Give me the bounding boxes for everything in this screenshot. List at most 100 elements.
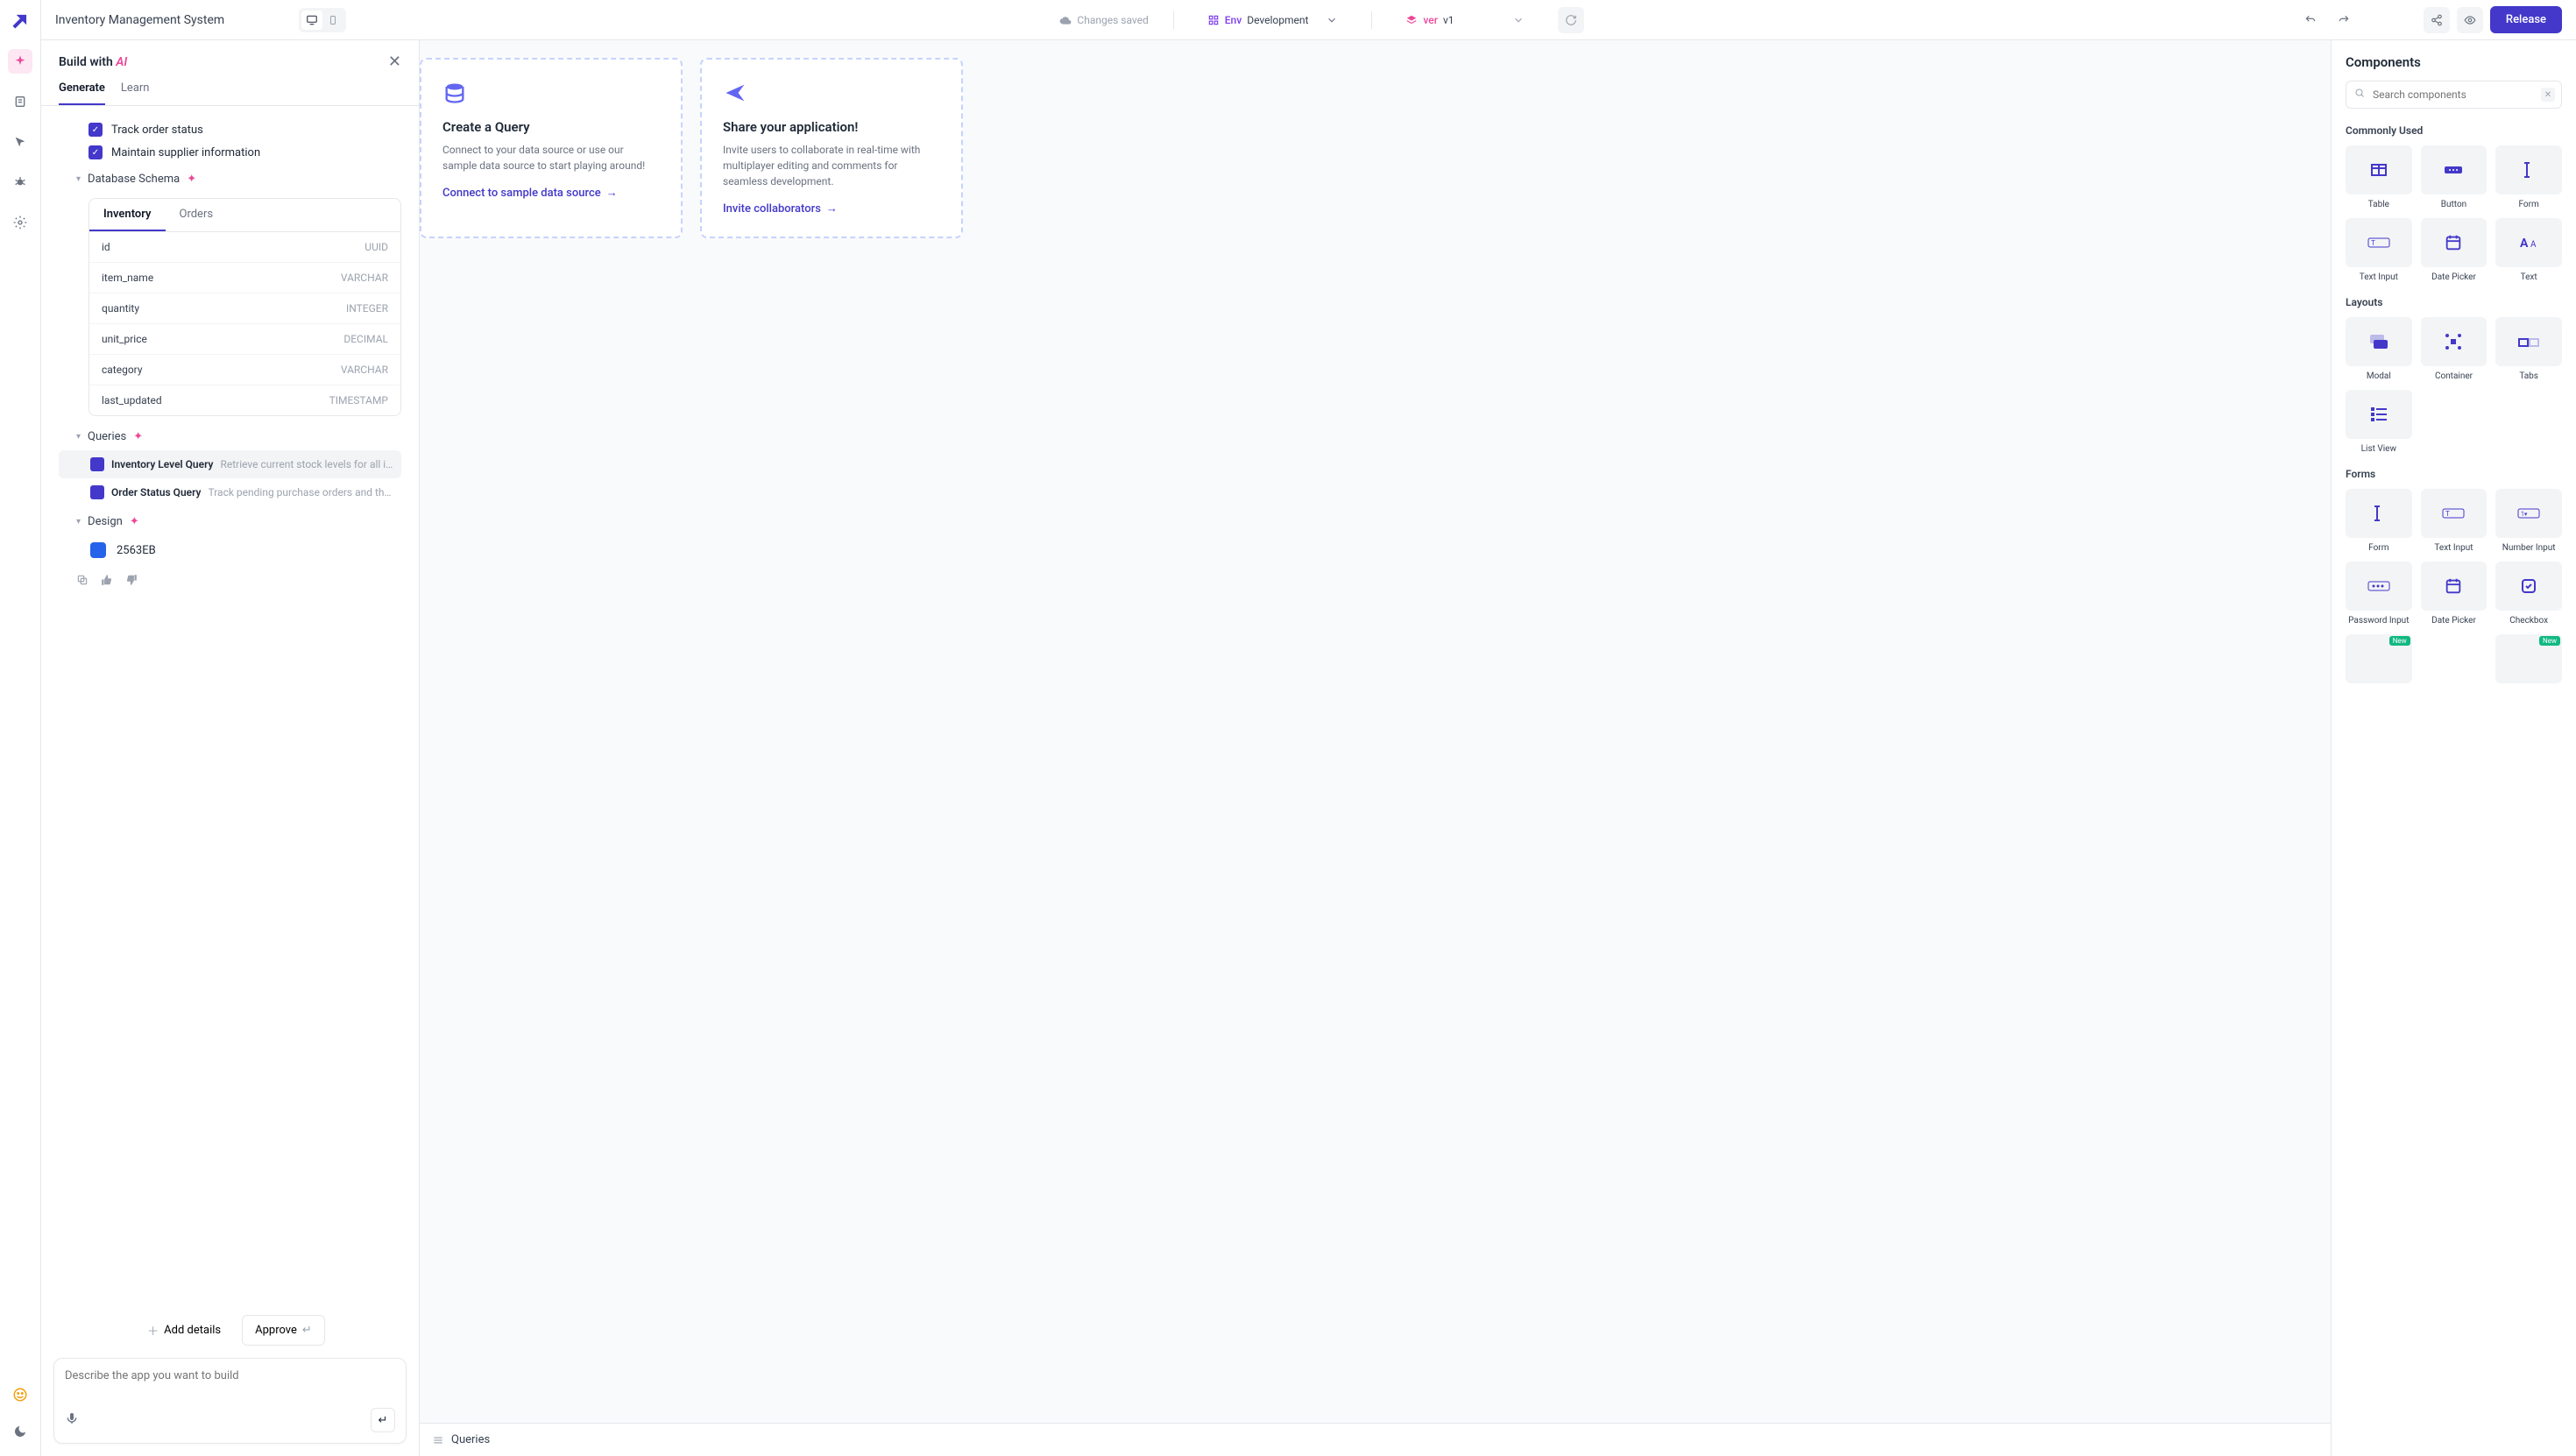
preview-button[interactable] xyxy=(2457,7,2483,33)
grid-icon xyxy=(1207,14,1220,26)
support-icon[interactable] xyxy=(8,1382,32,1407)
schema-row: idUUID xyxy=(89,232,400,263)
query-icon xyxy=(90,485,104,499)
design-color[interactable]: 2563EB xyxy=(59,535,401,565)
schema-tab-inventory[interactable]: Inventory xyxy=(89,199,166,231)
list-icon xyxy=(432,1434,444,1446)
component-tabs[interactable]: Tabs xyxy=(2495,317,2562,381)
close-panel-button[interactable]: ✕ xyxy=(388,53,401,71)
database-icon xyxy=(442,81,471,109)
component-list-view[interactable]: List View xyxy=(2346,390,2412,454)
check-supplier[interactable]: ✓ Maintain supplier information xyxy=(59,141,401,164)
undo-button[interactable] xyxy=(2297,7,2324,33)
new-badge: New xyxy=(2539,636,2560,646)
thumbs-down-button[interactable] xyxy=(125,574,138,590)
checkbox-icon: ✓ xyxy=(88,123,103,137)
send-icon xyxy=(723,81,751,109)
tab-learn[interactable]: Learn xyxy=(121,81,150,105)
search-icon xyxy=(2354,88,2365,102)
ai-sparkle-icon[interactable] xyxy=(8,49,32,74)
section-forms: Forms xyxy=(2346,468,2562,480)
schema-row: quantityINTEGER xyxy=(89,293,400,324)
bug-icon[interactable] xyxy=(8,170,32,194)
left-rail xyxy=(0,0,41,1456)
logo-icon[interactable] xyxy=(8,9,32,33)
section-database-schema[interactable]: ▾ Database Schema ✦ xyxy=(59,164,401,193)
component-checkbox[interactable]: Checkbox xyxy=(2495,562,2562,626)
chevron-down-icon xyxy=(1326,14,1338,26)
component-container[interactable]: Container xyxy=(2421,317,2488,381)
sparkle-icon: ✦ xyxy=(187,173,196,186)
schema-tab-orders[interactable]: Orders xyxy=(166,199,228,231)
card-desc: Invite users to collaborate in real-time… xyxy=(723,142,940,189)
add-details-button[interactable]: ＋ Add details xyxy=(135,1315,233,1346)
component-text[interactable]: AAText xyxy=(2495,218,2562,282)
component-date-picker[interactable]: Date Picker xyxy=(2421,218,2488,282)
schema-row: last_updatedTIMESTAMP xyxy=(89,385,400,415)
color-swatch xyxy=(90,542,106,558)
sparkle-icon: ✦ xyxy=(130,515,139,528)
connect-sample-link[interactable]: Connect to sample data source → xyxy=(442,186,660,200)
app-title-input[interactable] xyxy=(55,13,283,27)
thumbs-up-button[interactable] xyxy=(101,574,113,590)
component-button[interactable]: Button xyxy=(2421,145,2488,209)
settings-icon[interactable] xyxy=(8,210,32,235)
svg-text:A: A xyxy=(2520,237,2529,251)
prompt-input[interactable] xyxy=(65,1369,395,1396)
card-create-query: Create a Query Connect to your data sour… xyxy=(420,58,683,238)
component-text-input[interactable]: TText Input xyxy=(2346,218,2412,282)
component-form[interactable]: Form xyxy=(2495,145,2562,209)
query-item-inventory-level[interactable]: Inventory Level Query Retrieve current s… xyxy=(59,450,401,478)
check-track-order[interactable]: ✓ Track order status xyxy=(59,118,401,141)
theme-moon-icon[interactable] xyxy=(8,1419,32,1444)
component-text-input2[interactable]: TText Input xyxy=(2421,489,2488,553)
release-button[interactable]: Release xyxy=(2490,6,2562,33)
env-selector[interactable]: Env Development xyxy=(1199,11,1348,30)
query-item-order-status[interactable]: Order Status Query Track pending purchas… xyxy=(59,478,401,506)
component-form2[interactable]: Form xyxy=(2346,489,2412,553)
section-queries[interactable]: ▾ Queries ✦ xyxy=(59,421,401,450)
save-status: Changes saved xyxy=(1059,14,1148,26)
components-title: Components xyxy=(2346,54,2562,70)
component-new-2[interactable]: New xyxy=(2495,634,2562,683)
new-badge: New xyxy=(2389,636,2410,646)
queries-bottom-bar[interactable]: Queries xyxy=(420,1423,2331,1456)
ai-panel-title: Build with AI xyxy=(59,55,127,69)
invite-collaborators-link[interactable]: Invite collaborators → xyxy=(723,201,940,216)
tab-generate[interactable]: Generate xyxy=(59,81,105,105)
caret-down-icon: ▾ xyxy=(76,517,81,527)
redo-button[interactable] xyxy=(2331,7,2357,33)
card-desc: Connect to your data source or use our s… xyxy=(442,142,660,173)
schema-row: categoryVARCHAR xyxy=(89,355,400,385)
device-toggle xyxy=(299,8,346,32)
search-components-input[interactable] xyxy=(2346,81,2562,109)
send-button[interactable]: ↵ xyxy=(371,1408,395,1432)
component-number-input[interactable]: 1▾Number Input xyxy=(2495,489,2562,553)
mic-button[interactable] xyxy=(65,1411,79,1429)
pages-icon[interactable] xyxy=(8,89,32,114)
component-password-input[interactable]: Password Input xyxy=(2346,562,2412,626)
clear-search-button[interactable]: ✕ xyxy=(2541,88,2555,102)
cursor-icon[interactable] xyxy=(8,130,32,154)
component-date-picker2[interactable]: Date Picker xyxy=(2421,562,2488,626)
svg-text:A: A xyxy=(2530,240,2537,250)
mobile-device-icon[interactable] xyxy=(322,11,343,30)
copy-button[interactable] xyxy=(76,574,88,590)
top-bar: Changes saved Env Development ver v1 xyxy=(41,0,2576,40)
section-commonly-used: Commonly Used xyxy=(2346,124,2562,137)
version-selector[interactable]: ver v1 xyxy=(1397,11,1532,30)
share-button[interactable] xyxy=(2424,7,2450,33)
desktop-device-icon[interactable] xyxy=(301,11,322,30)
caret-down-icon: ▾ xyxy=(76,432,81,442)
layers-icon xyxy=(1405,14,1418,26)
component-modal[interactable]: Modal xyxy=(2346,317,2412,381)
plus-icon: ＋ xyxy=(147,1322,159,1339)
sparkle-icon: ✦ xyxy=(133,430,143,443)
approve-button[interactable]: Approve ↵ xyxy=(242,1315,325,1346)
component-new-1[interactable]: New xyxy=(2346,634,2412,683)
arrow-right-icon: → xyxy=(606,186,618,200)
section-design[interactable]: ▾ Design ✦ xyxy=(59,506,401,535)
prompt-box: ↵ xyxy=(53,1358,407,1444)
component-table[interactable]: Table xyxy=(2346,145,2412,209)
refresh-button[interactable] xyxy=(1558,7,1584,33)
